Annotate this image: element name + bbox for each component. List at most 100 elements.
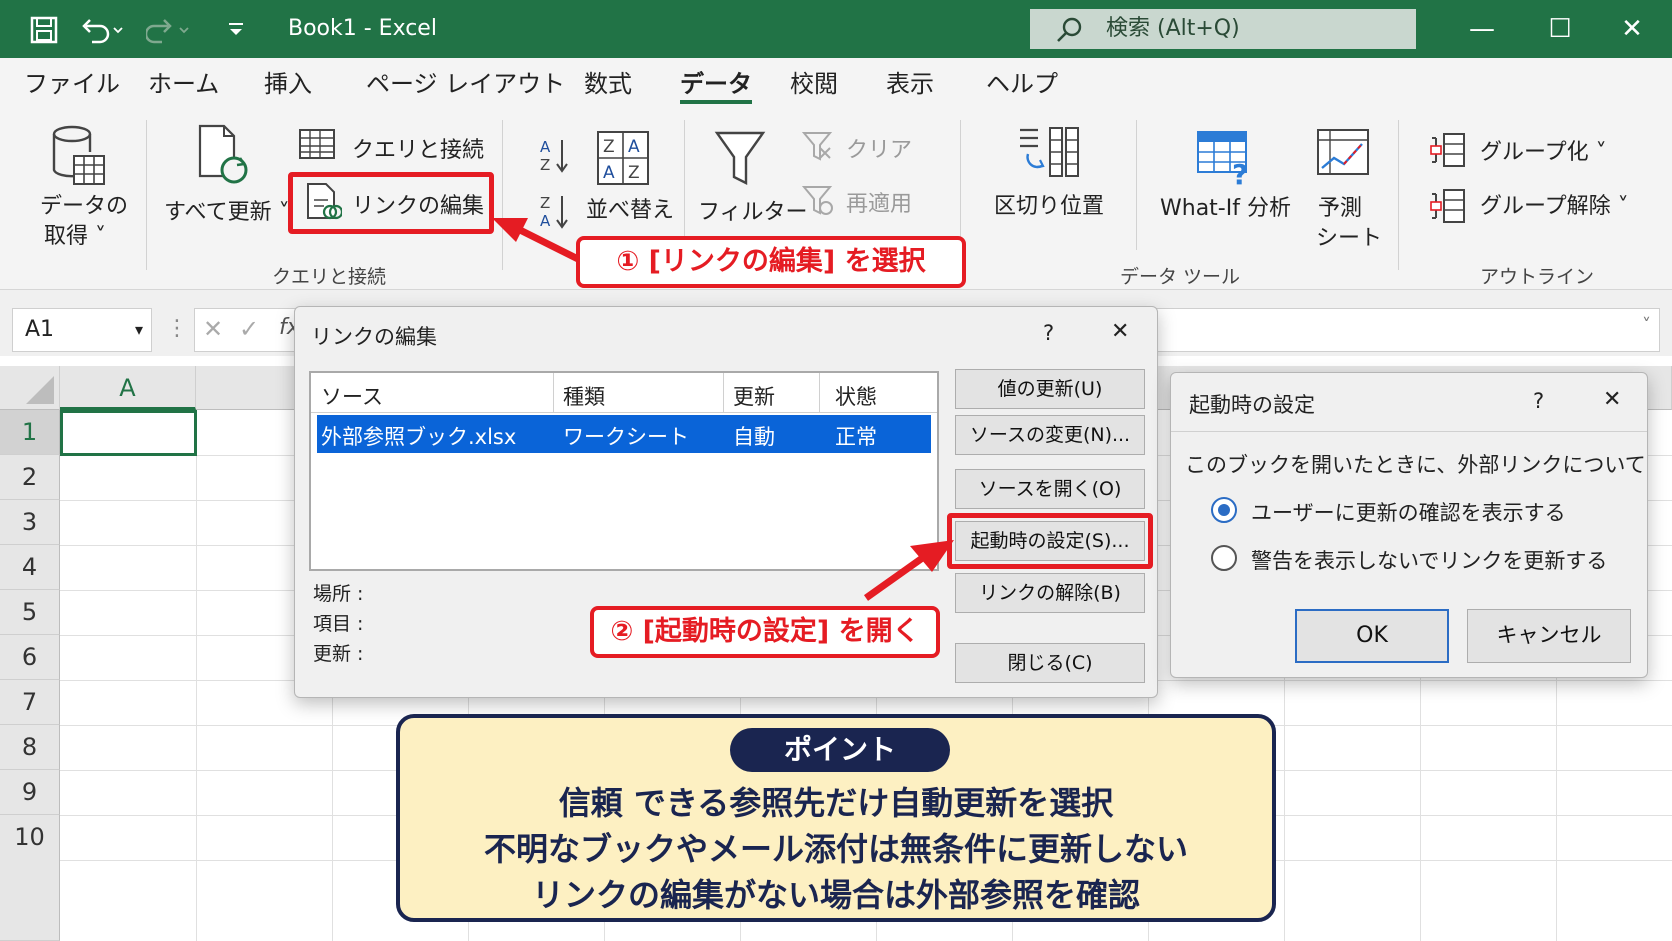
tab-review[interactable]: 校閲 [790,58,838,110]
tab-view[interactable]: 表示 [886,58,934,110]
edit-links-highlight [288,172,494,234]
row-header-10[interactable]: 10 [0,815,60,941]
sort-az-icon[interactable]: A Z [538,136,572,176]
what-if-icon[interactable]: ? [1196,130,1256,186]
option1-label[interactable]: ユーザーに更新の確認を表示する [1251,497,1566,527]
reapply-label: 再適用 [846,192,913,217]
tab-home[interactable]: ホーム [148,58,219,110]
header-type[interactable]: 種類 [563,381,605,411]
save-icon[interactable] [30,16,58,44]
maximize-button[interactable]: ☐ [1530,0,1590,58]
name-box[interactable]: A1 ▾ [12,308,152,352]
expand-formula-icon[interactable]: ˅ [1642,315,1651,336]
tab-file[interactable]: ファイル [24,58,120,110]
svg-text:A: A [628,137,640,157]
get-data-icon[interactable] [50,124,108,190]
row-status: 正常 [835,425,877,449]
ungroup-label[interactable]: グループ解除 ˅ [1480,188,1629,220]
row-header-9[interactable]: 9 [0,770,60,815]
open-source-button[interactable]: ソースを開く(O) [955,469,1145,509]
row-header-7[interactable]: 7 [0,680,60,725]
cancel-button[interactable]: キャンセル [1467,609,1631,663]
close-icon[interactable]: ✕ [1111,319,1129,344]
row-header-8[interactable]: 8 [0,725,60,770]
forecast-sheet-icon[interactable] [1316,128,1370,176]
cancel-icon[interactable]: ✕ [203,315,223,343]
sort-label[interactable]: 並べ替え [586,192,674,224]
point-panel: ポイント 信頼 できる参照先だけ自動更新を選択 不明なブックやメール添付は無条件… [396,714,1276,922]
help-icon[interactable]: ? [1533,389,1544,413]
column-header-a[interactable]: A [60,366,196,410]
refresh-all-icon[interactable] [196,124,252,190]
search-placeholder: 検索 (Alt+Q) [1106,16,1240,41]
group-icon[interactable] [1430,132,1466,168]
text-to-columns-icon[interactable] [1016,124,1082,182]
enter-icon[interactable]: ✓ [239,315,259,343]
links-list[interactable]: ソース 種類 更新 状態 外部参照ブック.xlsx ワークシート 自動 正常 [309,371,939,571]
ribbon-tabs: ファイル ホーム 挿入 ページ レイアウト 数式 データ 校閲 表示 ヘルプ [0,58,1672,110]
tab-help[interactable]: ヘルプ [986,58,1058,110]
startup-dialog-title: 起動時の設定 [1189,393,1315,417]
row-header-10-label: 10 [14,823,45,851]
row-header-4[interactable]: 4 [0,545,60,590]
text-to-columns-label[interactable]: 区切り位置 [994,188,1104,220]
get-data-label-2[interactable]: 取得 ˅ [44,218,106,250]
minimize-button[interactable]: — [1452,0,1512,58]
close-icon[interactable]: ✕ [1603,387,1621,412]
links-list-row[interactable]: 外部参照ブック.xlsx ワークシート 自動 正常 [317,415,931,453]
close-button[interactable]: 閉じる(C) [955,643,1145,683]
header-update[interactable]: 更新 [733,381,775,411]
svg-text:Z: Z [628,163,640,183]
row-header-6[interactable]: 6 [0,635,60,680]
tab-insert[interactable]: 挿入 [264,58,312,110]
header-divider [819,373,820,413]
reapply-icon [802,186,833,215]
title-bar: Book1 - Excel 検索 (Alt+Q) — ☐ ✕ [0,0,1672,58]
help-icon[interactable]: ? [1043,321,1054,345]
svg-text:Z: Z [540,194,550,212]
redo-icon [146,19,189,44]
header-divider [553,373,554,413]
queries-connections-label[interactable]: クエリと接続 [352,132,484,164]
sort-icon[interactable]: Z A A Z [596,130,650,186]
close-window-button[interactable]: ✕ [1602,0,1662,58]
update-values-button[interactable]: 値の更新(U) [955,369,1145,409]
svg-text:A: A [540,138,551,156]
radio-option1[interactable] [1211,497,1237,523]
change-source-button[interactable]: ソースの変更(N)... [955,415,1145,455]
break-link-button[interactable]: リンクの解除(B) [955,573,1145,613]
get-data-label-1[interactable]: データの [40,188,128,220]
radio-option2[interactable] [1211,545,1237,571]
queries-connections-icon[interactable] [298,128,336,160]
window-title: Book1 - Excel [288,16,437,41]
ok-button[interactable]: OK [1295,609,1449,663]
tab-data[interactable]: データ [680,58,752,110]
search-box[interactable]: 検索 (Alt+Q) [1030,9,1416,49]
what-if-label[interactable]: What-If 分析 [1160,190,1291,222]
filter-icon[interactable] [714,130,766,188]
group-label[interactable]: グループ化 ˅ [1480,134,1607,166]
customize-qat-icon[interactable] [226,20,246,40]
undo-icon[interactable] [80,16,126,44]
active-cell-a1[interactable] [60,410,197,456]
option2-label[interactable]: 警告を表示しないでリンクを更新する [1251,545,1607,575]
tab-formulas[interactable]: 数式 [584,58,632,110]
tab-page-layout[interactable]: ページ レイアウト [366,58,565,110]
callout-arrow-2 [863,540,954,601]
select-all-corner[interactable] [0,366,60,410]
header-source[interactable]: ソース [321,381,383,411]
header-status[interactable]: 状態 [835,381,877,411]
row-header-2[interactable]: 2 [0,455,60,500]
refresh-all-label[interactable]: すべて更新 ˅ [164,194,290,226]
row-header-1[interactable]: 1 [0,410,60,455]
ungroup-icon[interactable] [1430,188,1466,224]
startup-prompt-text: このブックを開いたときに、外部リンクについて [1185,453,1646,477]
filter-label[interactable]: フィルター [698,194,808,226]
row-header-3[interactable]: 3 [0,500,60,545]
forecast-label-1[interactable]: 予測 [1318,190,1362,222]
callout-arrow-1 [492,218,582,264]
clear-filter-icon [802,132,833,161]
forecast-label-2[interactable]: シート [1316,220,1382,252]
row-header-5[interactable]: 5 [0,590,60,635]
point-line-1: 信頼 できる参照先だけ自動更新を選択 [558,784,1114,822]
